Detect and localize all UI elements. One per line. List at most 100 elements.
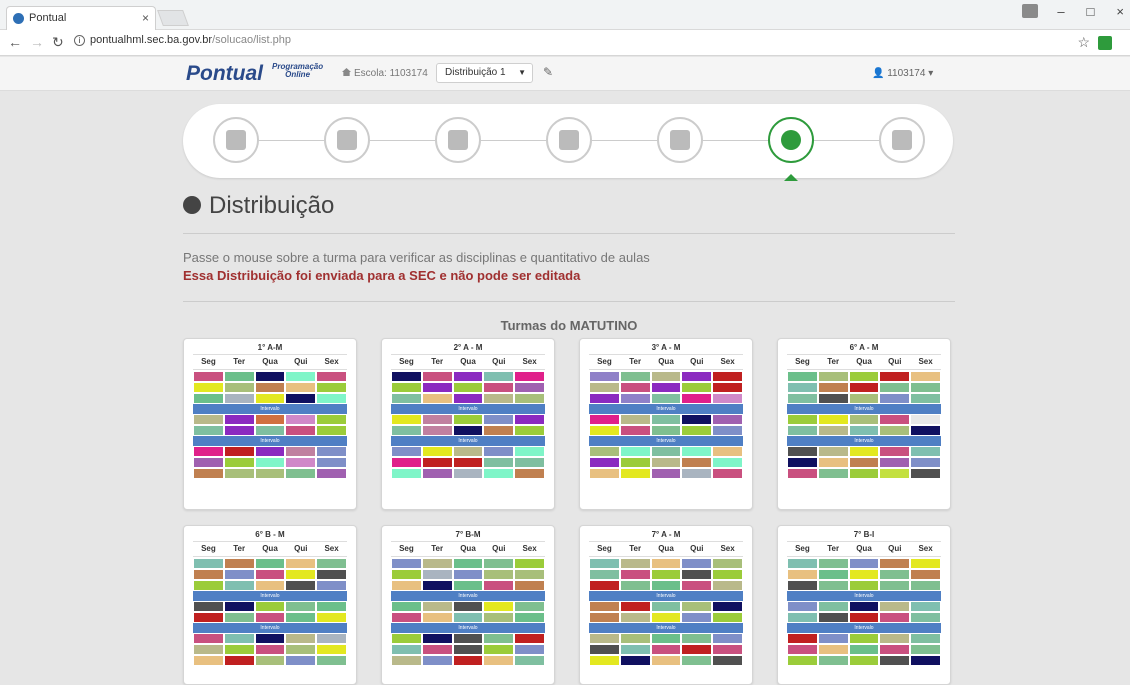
- schedule-cell[interactable]: [285, 468, 317, 479]
- reload-icon[interactable]: ↻: [52, 34, 64, 51]
- schedule-cell[interactable]: [712, 633, 743, 644]
- schedule-cell[interactable]: [223, 371, 255, 382]
- schedule-cell[interactable]: [285, 425, 317, 436]
- pencil-icon[interactable]: ✎: [543, 65, 553, 79]
- schedule-cell[interactable]: [254, 655, 286, 666]
- schedule-cell[interactable]: [817, 371, 849, 382]
- bookmark-star-icon[interactable]: ☆: [1077, 34, 1090, 51]
- schedule-cell[interactable]: [285, 558, 317, 569]
- schedule-cell[interactable]: [619, 569, 651, 580]
- schedule-cell[interactable]: [712, 468, 743, 479]
- tab-close-icon[interactable]: ×: [142, 7, 149, 29]
- schedule-cell[interactable]: [619, 655, 651, 666]
- schedule-cell[interactable]: [787, 580, 818, 591]
- schedule-cell[interactable]: [817, 644, 849, 655]
- schedule-cell[interactable]: [589, 468, 620, 479]
- schedule-cell[interactable]: [712, 612, 743, 623]
- schedule-cell[interactable]: [712, 382, 743, 393]
- schedule-cell[interactable]: [452, 612, 484, 623]
- schedule-cell[interactable]: [910, 580, 941, 591]
- schedule-cell[interactable]: [452, 580, 484, 591]
- schedule-cell[interactable]: [514, 655, 545, 666]
- schedule-cell[interactable]: [787, 393, 818, 404]
- schedule-cell[interactable]: [391, 655, 422, 666]
- schedule-cell[interactable]: [285, 446, 317, 457]
- schedule-cell[interactable]: [514, 644, 545, 655]
- schedule-cell[interactable]: [619, 644, 651, 655]
- schedule-cell[interactable]: [817, 393, 849, 404]
- schedule-cell[interactable]: [452, 425, 484, 436]
- schedule-cell[interactable]: [681, 655, 713, 666]
- schedule-cell[interactable]: [452, 414, 484, 425]
- schedule-cell[interactable]: [712, 446, 743, 457]
- schedule-cell[interactable]: [619, 633, 651, 644]
- schedule-cell[interactable]: [421, 644, 453, 655]
- schedule-cell[interactable]: [879, 601, 911, 612]
- browser-tab[interactable]: Pontual ×: [6, 6, 156, 30]
- schedule-cell[interactable]: [223, 633, 255, 644]
- step-gear[interactable]: [768, 117, 814, 163]
- schedule-cell[interactable]: [483, 393, 515, 404]
- schedule-cell[interactable]: [391, 644, 422, 655]
- schedule-cell[interactable]: [193, 569, 224, 580]
- schedule-cell[interactable]: [712, 457, 743, 468]
- schedule-cell[interactable]: [910, 425, 941, 436]
- step-grid[interactable]: [435, 117, 481, 163]
- schedule-cell[interactable]: [483, 446, 515, 457]
- schedule-cell[interactable]: [223, 414, 255, 425]
- schedule-cell[interactable]: [848, 569, 880, 580]
- schedule-cell[interactable]: [483, 569, 515, 580]
- schedule-cell[interactable]: [650, 580, 682, 591]
- schedule-cell[interactable]: [681, 371, 713, 382]
- schedule-cell[interactable]: [193, 393, 224, 404]
- schedule-cell[interactable]: [910, 655, 941, 666]
- schedule-cell[interactable]: [817, 655, 849, 666]
- turma-card[interactable]: 6° B - M Seg Ter Qua Qui Sex Intervalo Interval…: [183, 525, 357, 685]
- schedule-cell[interactable]: [787, 446, 818, 457]
- schedule-cell[interactable]: [712, 601, 743, 612]
- schedule-cell[interactable]: [193, 633, 224, 644]
- schedule-cell[interactable]: [254, 558, 286, 569]
- schedule-cell[interactable]: [712, 414, 743, 425]
- schedule-cell[interactable]: [681, 457, 713, 468]
- schedule-cell[interactable]: [619, 580, 651, 591]
- schedule-cell[interactable]: [452, 393, 484, 404]
- schedule-cell[interactable]: [421, 655, 453, 666]
- schedule-cell[interactable]: [787, 414, 818, 425]
- schedule-cell[interactable]: [193, 414, 224, 425]
- schedule-cell[interactable]: [619, 612, 651, 623]
- schedule-cell[interactable]: [910, 569, 941, 580]
- user-menu[interactable]: 👤 1103174 ▾: [872, 68, 933, 79]
- schedule-cell[interactable]: [254, 457, 286, 468]
- profile-icon[interactable]: [1022, 4, 1038, 18]
- schedule-cell[interactable]: [514, 601, 545, 612]
- schedule-cell[interactable]: [879, 612, 911, 623]
- schedule-cell[interactable]: [452, 655, 484, 666]
- schedule-cell[interactable]: [514, 633, 545, 644]
- schedule-cell[interactable]: [421, 601, 453, 612]
- schedule-cell[interactable]: [848, 414, 880, 425]
- schedule-cell[interactable]: [681, 393, 713, 404]
- schedule-cell[interactable]: [619, 468, 651, 479]
- schedule-cell[interactable]: [910, 633, 941, 644]
- schedule-cell[interactable]: [817, 580, 849, 591]
- schedule-cell[interactable]: [514, 457, 545, 468]
- schedule-cell[interactable]: [712, 644, 743, 655]
- schedule-cell[interactable]: [650, 558, 682, 569]
- schedule-cell[interactable]: [483, 601, 515, 612]
- schedule-cell[interactable]: [817, 425, 849, 436]
- schedule-cell[interactable]: [681, 633, 713, 644]
- schedule-cell[interactable]: [193, 468, 224, 479]
- turma-card[interactable]: 6° A - M Seg Ter Qua Qui Sex Intervalo Interval…: [777, 338, 951, 510]
- schedule-cell[interactable]: [316, 468, 347, 479]
- schedule-cell[interactable]: [285, 393, 317, 404]
- schedule-cell[interactable]: [452, 601, 484, 612]
- schedule-cell[interactable]: [193, 580, 224, 591]
- schedule-cell[interactable]: [879, 425, 911, 436]
- schedule-cell[interactable]: [787, 633, 818, 644]
- schedule-cell[interactable]: [316, 414, 347, 425]
- schedule-cell[interactable]: [316, 382, 347, 393]
- minimize-button[interactable]: –: [1057, 4, 1064, 19]
- schedule-cell[interactable]: [316, 558, 347, 569]
- schedule-cell[interactable]: [514, 569, 545, 580]
